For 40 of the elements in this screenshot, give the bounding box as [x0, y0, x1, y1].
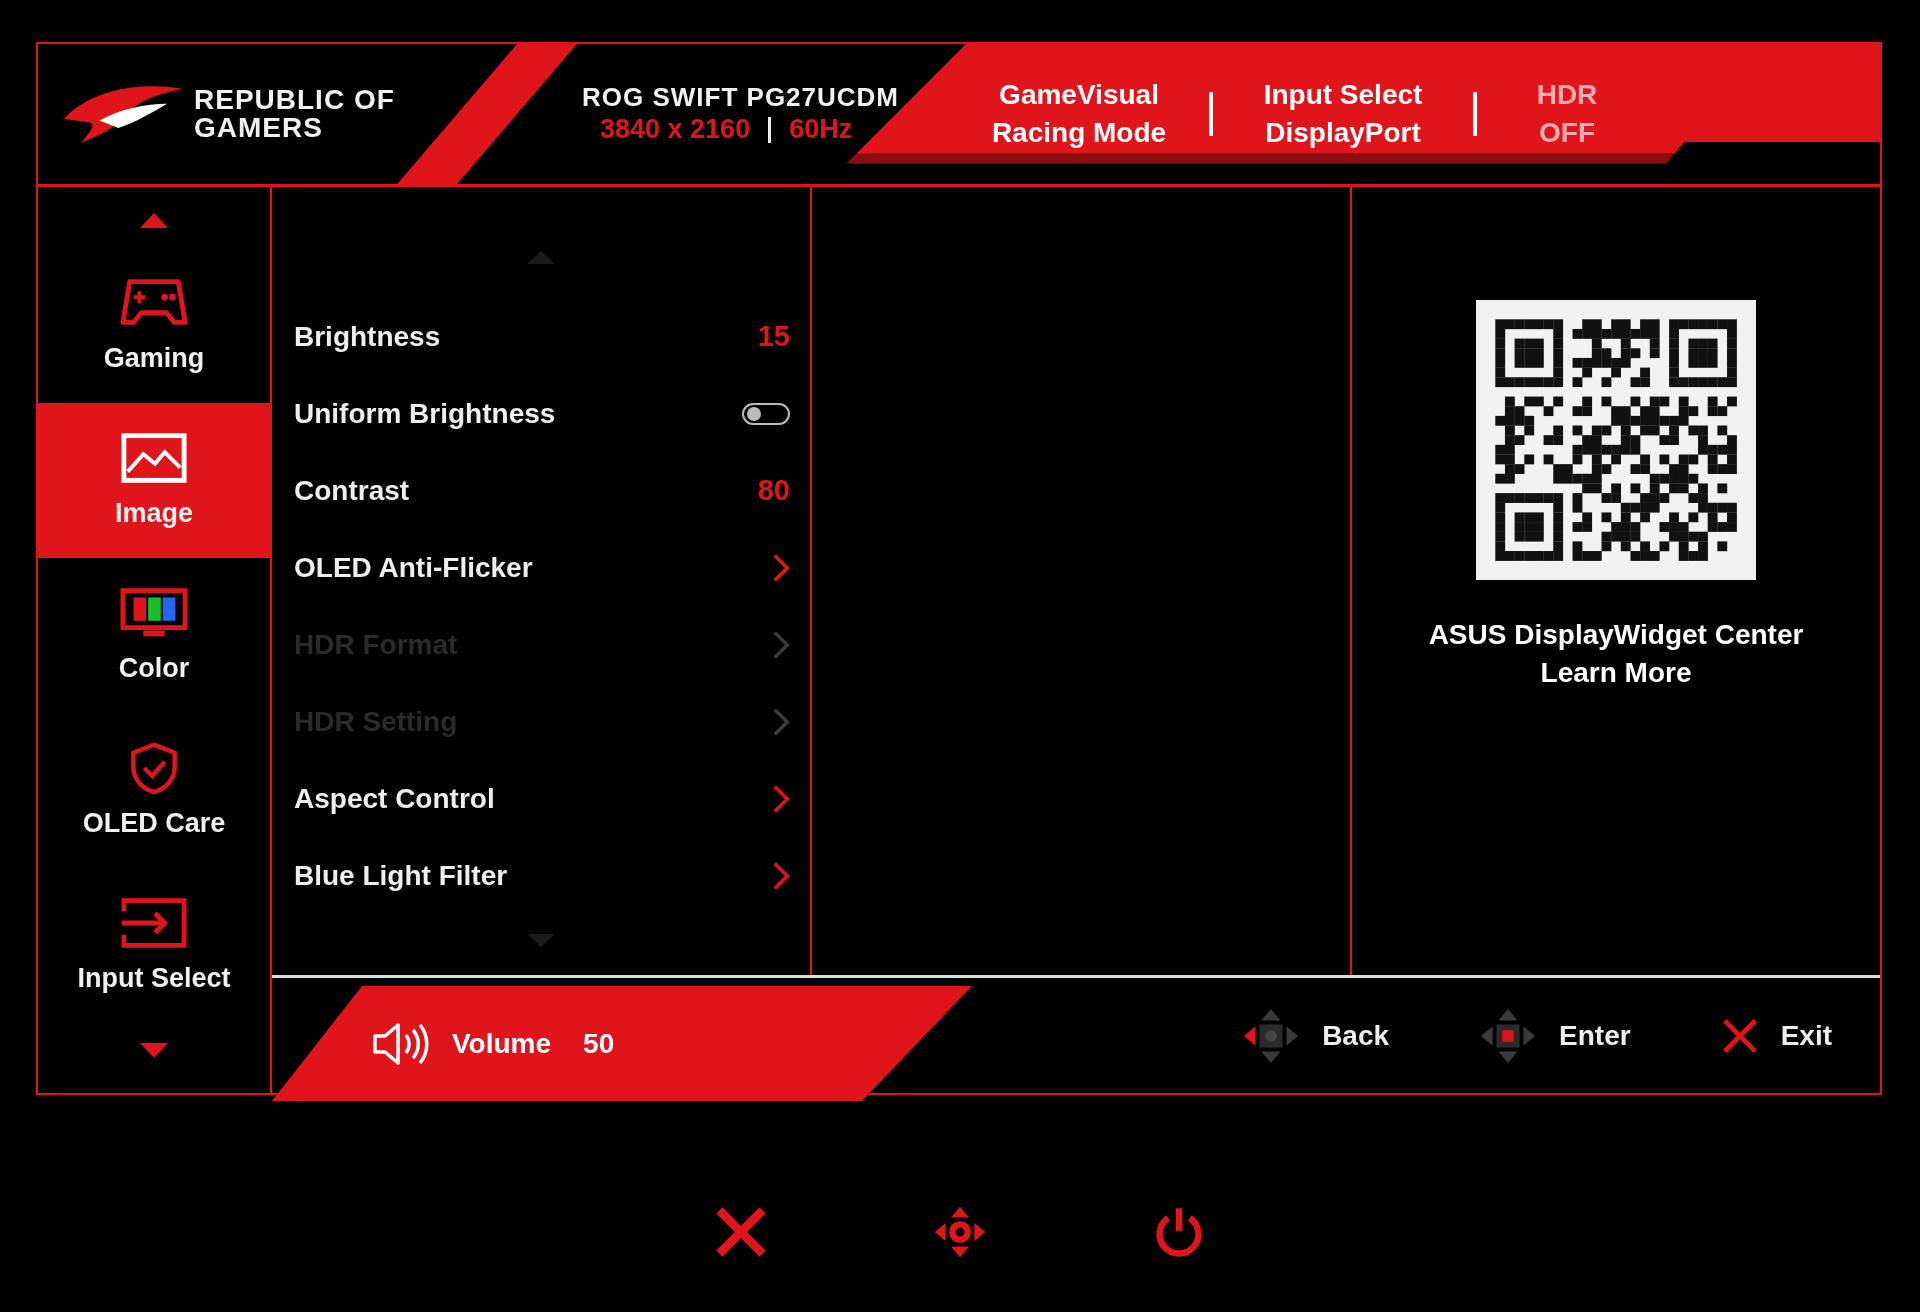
- monitor-color-bars-icon: [120, 587, 188, 639]
- sidebar-item[interactable]: OLED Care: [38, 713, 270, 868]
- value-text: 80: [757, 474, 790, 507]
- value-text: 15: [757, 320, 790, 353]
- menu-item[interactable]: Brightness 15: [272, 298, 810, 375]
- volume-value: 50: [583, 1027, 615, 1060]
- sidebar-item[interactable]: Input Select: [38, 868, 270, 1023]
- model-name: ROG SWIFT PG27UCDM: [582, 82, 899, 114]
- menu-item[interactable]: Blue Light Filter: [272, 837, 810, 914]
- menu-item[interactable]: Contrast 80: [272, 452, 810, 529]
- brand-text: REPUBLIC OF: [194, 86, 395, 114]
- input-arrow-icon: [120, 897, 188, 949]
- hint-label: Enter: [1559, 1019, 1631, 1052]
- status-value: OFF: [1539, 116, 1595, 150]
- scroll-up-icon[interactable]: [140, 213, 168, 228]
- scroll-down-icon[interactable]: [140, 1043, 168, 1058]
- close-icon: [1720, 1016, 1759, 1055]
- volume-label: Volume: [452, 1027, 552, 1060]
- toggle-switch[interactable]: [742, 402, 790, 425]
- refresh-rate-text: 60Hz: [789, 113, 853, 146]
- sidebar-item[interactable]: Color: [38, 558, 270, 713]
- menu-item[interactable]: Aspect Control: [272, 760, 810, 837]
- status-label: HDR: [1536, 78, 1598, 113]
- picture-icon: [120, 432, 188, 484]
- hint-label: Exit: [1780, 1019, 1832, 1052]
- brand-text: GAMERS: [194, 114, 324, 142]
- resolution-text: 3840 x 2160: [600, 113, 751, 146]
- status-value: Racing Mode: [991, 116, 1167, 150]
- hint-label: Back: [1322, 1019, 1390, 1052]
- sidebar-item[interactable]: Image: [38, 403, 270, 558]
- status-label: Input Select: [1263, 78, 1423, 113]
- menu-item[interactable]: OLED Anti-Flicker: [272, 529, 810, 606]
- info-text: ASUS DisplayWidget Center: [1428, 618, 1804, 652]
- sidebar-item[interactable]: Gaming: [38, 248, 270, 403]
- status-value: DisplayPort: [1265, 116, 1421, 150]
- menu-item[interactable]: Uniform Brightness: [272, 375, 810, 452]
- joystick-icon[interactable]: [933, 1205, 987, 1259]
- info-text: Learn More: [1540, 655, 1692, 690]
- close-icon[interactable]: [714, 1205, 768, 1259]
- status-label: GameVisual: [999, 78, 1159, 113]
